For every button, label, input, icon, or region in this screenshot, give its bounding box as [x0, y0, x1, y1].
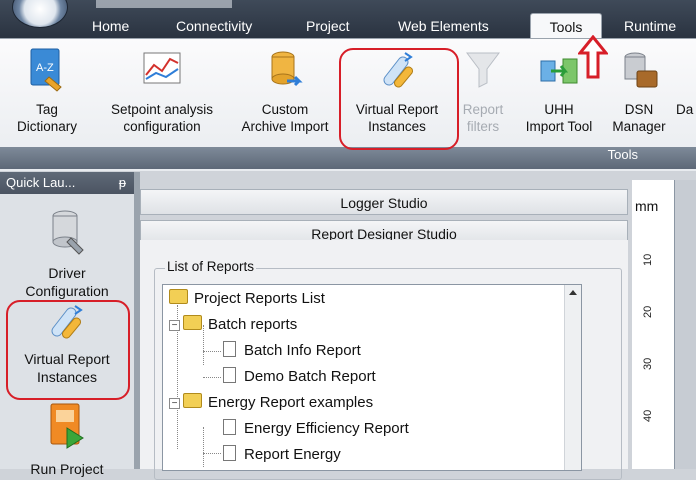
tab-web-elements[interactable]: Web Elements	[398, 15, 489, 37]
ruler-unit: mm	[635, 198, 659, 214]
tab-home[interactable]: Home	[92, 15, 129, 37]
quick-launch-run-project[interactable]: Run Project	[0, 402, 134, 478]
ribbon-button-da[interactable]: Da	[676, 47, 696, 118]
ruler-tick: 10	[642, 253, 654, 266]
list-of-reports-title: List of Reports	[165, 259, 257, 274]
quick-launch-header: Quick Lau... ᵽ	[0, 172, 134, 194]
designer-canvas: mm 10 20 30 40	[632, 180, 696, 469]
document-icon	[223, 367, 236, 383]
setpoint-analysis-icon	[142, 47, 182, 93]
report-designer-panel: List of Reports Project Reports List − Ba…	[140, 240, 628, 480]
folder-icon	[183, 393, 202, 408]
ruler-tick: 20	[642, 305, 654, 318]
pin-icon[interactable]: ᵽ	[119, 172, 126, 194]
document-icon	[223, 341, 236, 357]
folder-icon	[169, 289, 188, 304]
report-filters-icon	[463, 47, 503, 93]
setpoint-analysis-button[interactable]: Setpoint analysis configuration	[98, 47, 226, 135]
report-filters-button[interactable]: Report filters	[456, 47, 510, 135]
tree-node-energy-report-examples[interactable]: − Energy Report examples	[169, 393, 373, 413]
tag-dictionary-icon: A-Z	[27, 47, 67, 93]
tab-runtime[interactable]: Runtime	[624, 15, 676, 37]
collapse-toggle[interactable]: −	[169, 398, 180, 409]
tree-node-batch-info-report[interactable]: Batch Info Report	[223, 341, 361, 361]
logger-studio-header[interactable]: Logger Studio	[140, 189, 628, 215]
tab-connectivity[interactable]: Connectivity	[176, 15, 252, 37]
folder-icon	[183, 315, 202, 330]
tree-node-energy-efficiency-report[interactable]: Energy Efficiency Report	[223, 419, 409, 439]
custom-archive-import-icon	[265, 47, 305, 93]
highlight-virtual-report-sidebar	[6, 300, 130, 400]
tree-node-report-energy[interactable]: Report Energy	[223, 445, 341, 465]
uhh-import-tool-icon	[539, 47, 579, 93]
document-icon	[223, 419, 236, 435]
vertical-ruler: mm 10 20 30 40	[632, 180, 675, 469]
dsn-manager-button[interactable]: DSN Manager	[604, 47, 674, 135]
quick-launch-driver-configuration[interactable]: Driver Configuration	[0, 208, 134, 300]
tag-dictionary-button[interactable]: A-Z Tag Dictionary	[8, 47, 86, 135]
ruler-tick: 30	[642, 357, 654, 370]
tree-node-project-reports-list[interactable]: Project Reports List	[169, 289, 325, 309]
run-project-icon	[0, 402, 134, 456]
title-bar: Home Connectivity Project Web Elements T…	[0, 0, 696, 39]
driver-configuration-icon	[0, 208, 134, 260]
scroll-up-icon[interactable]	[565, 285, 581, 301]
collapse-toggle[interactable]: −	[169, 320, 180, 331]
document-icon	[223, 445, 236, 461]
highlight-virtual-report-ribbon	[339, 48, 459, 150]
app-menu-button[interactable]	[12, 0, 68, 28]
up-arrow-annotation	[576, 34, 610, 84]
tree-node-batch-reports[interactable]: − Batch reports	[169, 315, 297, 335]
tree-node-demo-batch-report[interactable]: Demo Batch Report	[223, 367, 376, 387]
ruler-tick: 40	[642, 409, 654, 422]
tree-scrollbar[interactable]	[564, 285, 581, 470]
tab-project[interactable]: Project	[306, 15, 350, 37]
quick-access-toolbar	[96, 0, 232, 8]
ribbon-group-bar	[0, 147, 696, 169]
svg-text:A-Z: A-Z	[36, 62, 54, 74]
reports-tree[interactable]: Project Reports List − Batch reports Batc…	[162, 284, 582, 471]
custom-archive-import-button[interactable]: Custom Archive Import	[232, 47, 338, 135]
dsn-manager-icon	[619, 47, 659, 93]
ribbon-group-label: Tools	[607, 147, 638, 162]
